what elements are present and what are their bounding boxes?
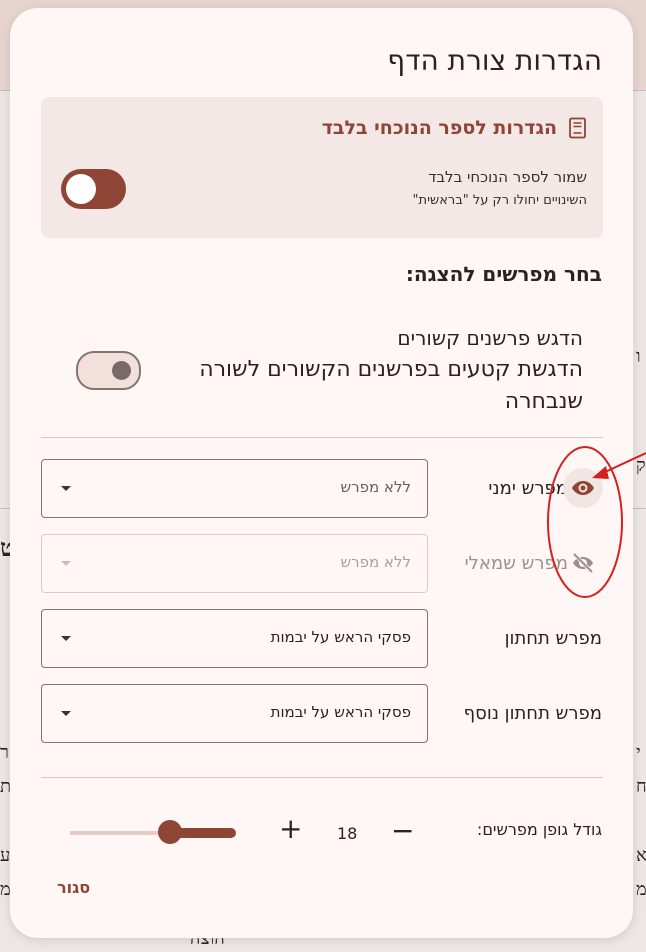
bottom-commentator-select[interactable]: פסקי הראש על יבמות <box>41 609 428 668</box>
select-value: ללא מפרש <box>340 478 412 496</box>
slider-thumb[interactable] <box>157 820 182 844</box>
slider-track-inactive <box>70 831 170 835</box>
highlight-commentators-toggle[interactable] <box>76 351 141 390</box>
page-settings-dialog: הגדרות צורת הדף הגדרות לספר הנוכחי בלבד … <box>10 8 633 938</box>
current-book-settings-card: הגדרות לספר הנוכחי בלבד שמור לספר הנוכחי… <box>41 97 603 238</box>
background-text: ק <box>636 455 646 476</box>
toggle-thumb <box>112 361 131 380</box>
select-value: פסקי הראש על יבמות <box>270 628 411 646</box>
highlight-commentators-description: הדגשת קטעים בפרשנים הקשורים לשורה שנבחרה <box>199 357 583 414</box>
additional-bottom-commentator-select[interactable]: פסקי הראש על יבמות <box>41 684 428 743</box>
background-text: ו <box>636 346 641 367</box>
save-for-book-label: שמור לספר הנוכחי בלבד <box>428 168 587 186</box>
background-text: ר <box>0 742 9 763</box>
right-commentator-visibility-toggle[interactable] <box>563 468 603 508</box>
background-text: י <box>636 742 641 763</box>
divider <box>41 437 603 438</box>
bottom-commentator-label: מפרש תחתון <box>504 628 602 649</box>
decrease-font-button[interactable]: − <box>391 817 414 845</box>
book-icon <box>569 117 586 139</box>
eye-off-icon <box>572 552 594 574</box>
chevron-down-icon <box>61 561 71 566</box>
left-commentator-label: מפרש שמאלי <box>464 553 568 574</box>
dialog-title: הגדרות צורת הדף <box>387 44 602 77</box>
font-size-value: 18 <box>337 824 358 843</box>
divider <box>41 777 603 778</box>
right-commentator-select[interactable]: ללא מפרש <box>41 459 428 518</box>
save-for-book-sublabel: השינויים יחולו רק על "בראשית" <box>412 193 587 208</box>
chevron-down-icon <box>61 486 71 491</box>
highlight-commentators-title: הדגש פרשנים קשורים <box>397 326 583 350</box>
select-value: פסקי הראש על יבמות <box>270 703 411 721</box>
background-text: ח <box>636 776 646 797</box>
increase-font-button[interactable]: + <box>279 815 302 843</box>
toggle-thumb <box>66 174 96 204</box>
close-button[interactable]: סגור <box>57 878 90 897</box>
font-size-label: גודל גופן מפרשים: <box>476 820 602 839</box>
background-text: א <box>636 845 646 866</box>
select-value: ללא מפרש <box>340 553 412 571</box>
additional-bottom-commentator-label: מפרש תחתון נוסף <box>463 703 602 724</box>
commentators-heading: בחר מפרשים להצגה: <box>405 262 602 286</box>
save-for-book-toggle[interactable] <box>61 169 126 209</box>
eye-icon <box>572 481 594 495</box>
left-commentator-select[interactable]: ללא מפרש <box>41 534 428 593</box>
left-commentator-visibility-toggle[interactable] <box>563 543 603 583</box>
background-text: ע <box>0 845 11 866</box>
right-commentator-label: מפרש ימני <box>488 478 568 499</box>
chevron-down-icon <box>61 636 71 641</box>
current-book-settings-title: הגדרות לספר הנוכחי בלבד <box>321 117 557 139</box>
font-size-slider[interactable] <box>70 820 236 844</box>
background-text: מ <box>636 879 646 900</box>
chevron-down-icon <box>61 711 71 716</box>
